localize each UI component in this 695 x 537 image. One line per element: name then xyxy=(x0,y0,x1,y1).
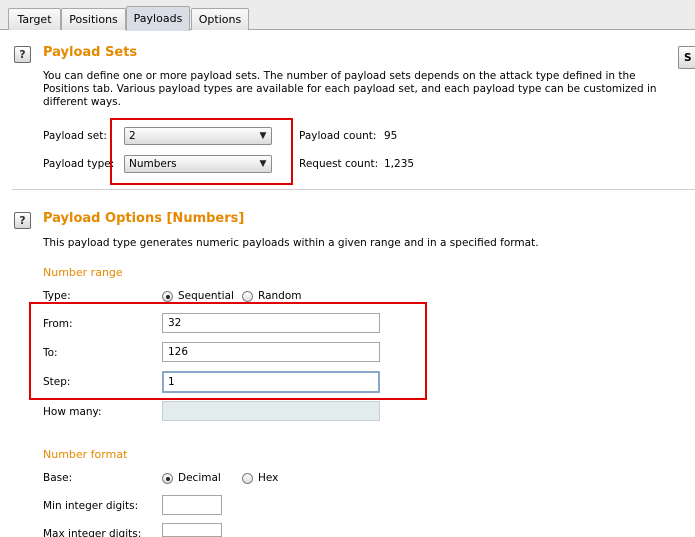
how-many-input xyxy=(162,401,380,421)
how-many-label: How many: xyxy=(43,406,102,418)
payload-set-label: Payload set: xyxy=(43,130,107,142)
section-divider xyxy=(12,189,695,190)
random-radio[interactable] xyxy=(242,291,253,302)
type-label: Type: xyxy=(43,290,71,302)
max-integer-digits-input[interactable] xyxy=(162,523,222,537)
base-label: Base: xyxy=(43,472,73,484)
decimal-label[interactable]: Decimal xyxy=(178,472,221,484)
tab-target[interactable]: Target xyxy=(8,8,61,30)
payload-type-label: Payload type: xyxy=(43,158,115,170)
request-count-label: Request count: xyxy=(299,158,379,170)
tab-bar: Target Positions Payloads Options xyxy=(0,0,695,31)
payload-count-value: 95 xyxy=(384,130,398,142)
decimal-radio[interactable] xyxy=(162,473,173,484)
number-range-title: Number range xyxy=(43,266,123,279)
request-count-value: 1,235 xyxy=(384,158,415,170)
min-integer-digits-label: Min integer digits: xyxy=(43,500,139,512)
tab-options[interactable]: Options xyxy=(191,8,249,30)
sequential-radio[interactable] xyxy=(162,291,173,302)
payload-options-title: Payload Options [Numbers] xyxy=(43,211,245,226)
hex-label[interactable]: Hex xyxy=(258,472,278,484)
min-integer-digits-input[interactable] xyxy=(162,495,222,515)
payload-count-label: Payload count: xyxy=(299,130,377,142)
tab-payloads[interactable]: Payloads xyxy=(126,6,190,31)
help-icon[interactable]: ? xyxy=(14,212,31,229)
highlight-box xyxy=(110,118,293,185)
tab-positions[interactable]: Positions xyxy=(61,8,126,30)
number-format-title: Number format xyxy=(43,448,128,461)
max-integer-digits-label: Max integer digits: xyxy=(43,528,142,537)
payload-sets-title: Payload Sets xyxy=(43,45,138,60)
payload-options-description: This payload type generates numeric payl… xyxy=(43,237,539,249)
highlight-box xyxy=(29,302,427,400)
help-icon[interactable]: ? xyxy=(14,46,31,63)
random-label[interactable]: Random xyxy=(258,290,301,302)
payload-sets-description: You can define one or more payload sets.… xyxy=(43,70,657,108)
hex-radio[interactable] xyxy=(242,473,253,484)
sequential-label[interactable]: Sequential xyxy=(178,290,234,302)
side-action-button[interactable]: S xyxy=(678,46,695,69)
